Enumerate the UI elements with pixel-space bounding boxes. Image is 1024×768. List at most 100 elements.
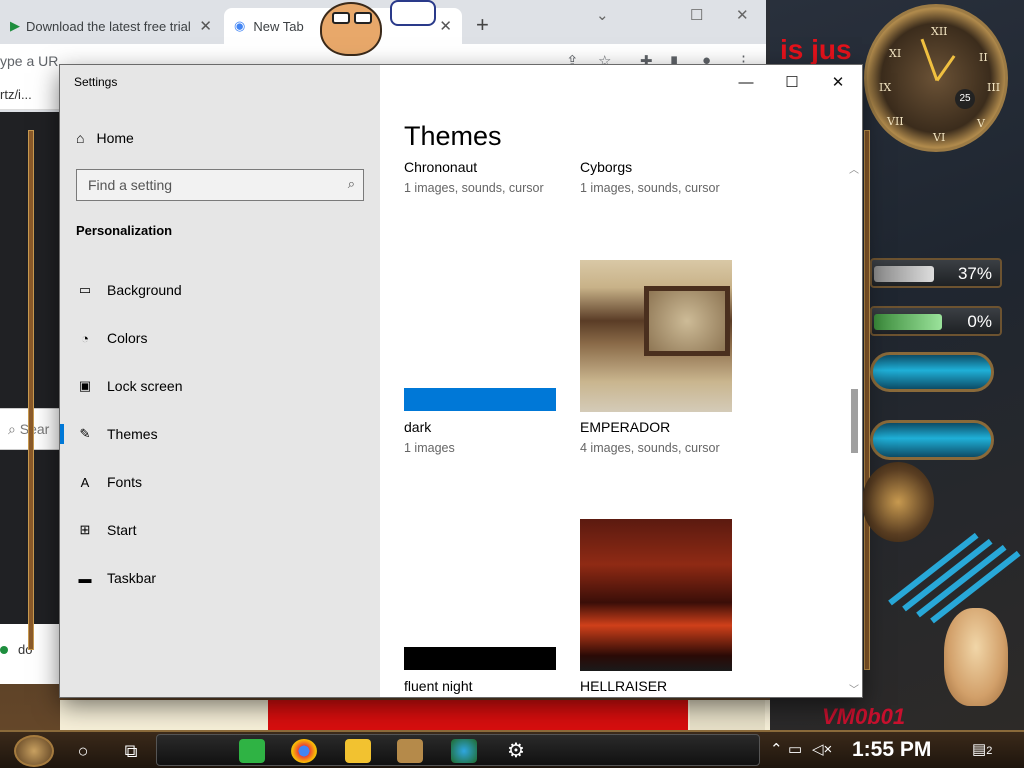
section-header: Personalization	[76, 223, 173, 238]
decorative-pipe	[864, 130, 870, 670]
chevron-up-icon[interactable]: ⌃	[770, 740, 783, 758]
clock-date: 25	[955, 89, 975, 109]
nav-item-themes[interactable]: ✎ Themes	[60, 414, 380, 454]
nav-item-fonts[interactable]: A Fonts	[60, 462, 380, 502]
notification-count: 2	[986, 745, 993, 757]
start-button[interactable]	[14, 735, 54, 767]
file-explorer-icon[interactable]	[345, 739, 371, 763]
volume-muted-icon[interactable]: ◁×	[812, 740, 832, 758]
palette-icon: ◔	[81, 330, 89, 346]
settings-sidebar: Settings ⌂ Home Find a setting ⌕ Persona…	[60, 65, 380, 697]
clock-time[interactable]: 1:55 PM	[852, 738, 931, 762]
theme-description: 1 images, sounds, cursor	[580, 181, 720, 195]
cpu-meter-widget: 37%	[870, 258, 1002, 288]
theme-tile-dark[interactable]: dark 1 images	[404, 260, 556, 460]
wallpaper-red-band	[268, 700, 688, 732]
close-tab-icon[interactable]: ✕	[439, 17, 452, 35]
bookmark-item[interactable]: rtz/i...	[0, 87, 32, 102]
find-setting-input[interactable]: Find a setting ⌕	[76, 169, 364, 201]
cartoon-face	[320, 2, 382, 56]
settings-gear-icon[interactable]: ⚙	[503, 739, 529, 763]
theme-description: 4 images, sounds, cursor	[580, 441, 720, 455]
network-icon[interactable]: ▭	[788, 740, 802, 758]
browser-tab[interactable]: ▶ Download the latest free trial ✕	[0, 8, 222, 44]
maximize-icon[interactable]: ☐	[690, 6, 703, 24]
nav-item-label: Background	[107, 282, 182, 298]
notifications-icon[interactable]: ▤2	[972, 740, 992, 758]
close-tab-icon[interactable]: ✕	[199, 17, 212, 35]
theme-description: 1 images, sounds, cursor	[404, 181, 544, 195]
wallpaper-signature: VM0b01	[822, 704, 906, 729]
close-icon[interactable]: ✕	[736, 6, 749, 24]
home-icon: ⌂	[76, 130, 85, 146]
chrome-icon: ◉	[234, 18, 246, 33]
home-label: Home	[96, 130, 134, 146]
nav-item-colors[interactable]: ◔ Colors	[60, 318, 380, 358]
page-search-text: Sear	[19, 421, 50, 437]
hamster-mascot	[944, 608, 1008, 706]
play-icon: ▶	[10, 18, 20, 33]
settings-content: — ☐ ✕ Themes Chrononaut 1 images, sounds…	[380, 65, 862, 697]
cartoon-hand	[390, 0, 436, 26]
omnibox-text: ype a UR	[0, 53, 59, 69]
nav-item-label: Start	[107, 522, 137, 538]
steampunk-clock-widget[interactable]: XII II III V VI VII IX XI 25	[864, 4, 1008, 152]
theme-description: 1 images	[404, 441, 455, 455]
search-placeholder: Find a setting	[88, 177, 173, 193]
accent-bar	[404, 388, 556, 411]
chevron-down-icon[interactable]: ⌄	[596, 6, 609, 24]
home-nav-item[interactable]: ⌂ Home	[76, 125, 134, 151]
theme-tile-cyborgs[interactable]: Cyborgs 1 images, sounds, cursor	[580, 159, 732, 199]
vertical-scrollbar[interactable]: ︿ ﹀	[848, 159, 860, 697]
maximize-button[interactable]: ☐	[772, 71, 812, 93]
relief-image	[644, 286, 730, 356]
theme-name: Chrononaut	[404, 159, 478, 175]
cartoon-character	[316, 0, 438, 60]
theme-thumbnail	[580, 519, 732, 671]
chrome-app-icon[interactable]	[291, 739, 317, 763]
meter-value: 37%	[957, 264, 992, 283]
task-view-icon[interactable]: ⧉	[118, 738, 144, 764]
theme-name: dark	[404, 419, 432, 435]
settings-window: Settings ⌂ Home Find a setting ⌕ Persona…	[60, 65, 862, 697]
accent-bar	[404, 647, 556, 670]
page-title: Themes	[404, 121, 502, 151]
nav-item-start[interactable]: ⊞ Start	[60, 510, 380, 550]
meter-value: 0%	[967, 312, 992, 331]
glasses-icon	[354, 12, 372, 24]
search-icon: ⌕	[347, 176, 355, 191]
notes-app-icon[interactable]	[239, 739, 265, 763]
nav-item-label: Lock screen	[107, 378, 183, 394]
nav-item-lock-screen[interactable]: ▣ Lock screen	[60, 366, 380, 406]
nav-item-label: Taskbar	[107, 570, 157, 586]
scroll-up-icon[interactable]: ︿	[848, 161, 860, 176]
new-tab-icon[interactable]: +	[476, 12, 489, 38]
nav-item-taskbar[interactable]: ▬ Taskbar	[60, 558, 380, 598]
theme-tile-emperador[interactable]: EMPERADOR 4 images, sounds, cursor	[580, 260, 732, 460]
browser-tab-label: New Tab	[253, 18, 304, 34]
start-icon: ⊞	[79, 522, 91, 537]
status-dot-icon	[0, 646, 8, 654]
cortana-icon[interactable]: ○	[70, 738, 96, 764]
theme-tile-chrononaut[interactable]: Chrononaut 1 images, sounds, cursor	[404, 159, 556, 199]
theme-name: Cyborgs	[580, 159, 633, 175]
scrollbar-thumb[interactable]	[851, 389, 858, 453]
lock-screen-icon: ▣	[78, 378, 92, 393]
decorative-pipe	[28, 130, 34, 650]
window-title: Settings	[74, 75, 118, 89]
nav-item-background[interactable]: ▭ Background	[60, 270, 380, 310]
minimize-button[interactable]: —	[726, 71, 766, 93]
nav-item-label: Fonts	[107, 474, 143, 490]
taskbar-icon: ▬	[78, 570, 92, 586]
theme-thumbnail	[580, 260, 732, 412]
scroll-down-icon[interactable]: ﹀	[848, 681, 860, 696]
theme-name: HELLRAISER	[580, 678, 668, 694]
theme-tile-hellraiser[interactable]: HELLRAISER	[580, 519, 732, 697]
nav-item-label: Themes	[107, 426, 158, 442]
globe-app-icon[interactable]	[451, 739, 477, 763]
tube-gauge-widget	[870, 420, 994, 460]
theme-tile-fluent-night[interactable]: fluent night	[404, 519, 556, 697]
brush-icon: ✎	[79, 426, 91, 441]
close-button[interactable]: ✕	[818, 71, 858, 93]
app-thumbnail-icon[interactable]	[397, 739, 423, 763]
